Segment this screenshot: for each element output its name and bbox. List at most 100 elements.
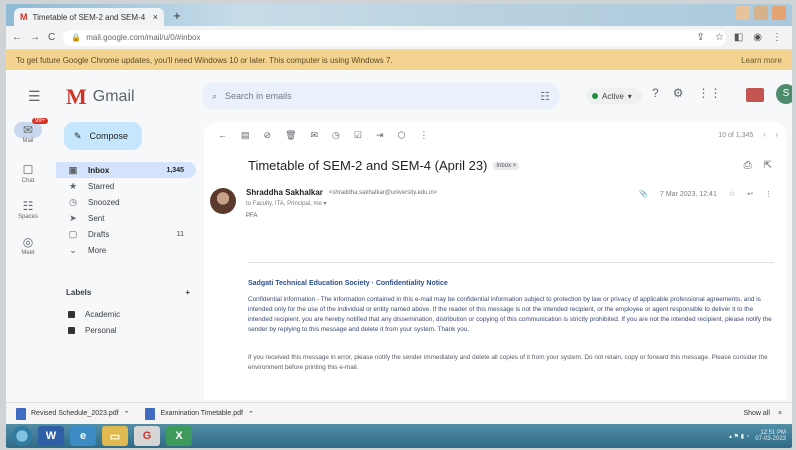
- rail-spaces[interactable]: ☷ Spaces: [14, 198, 42, 220]
- sender-block: Shraddha Sakhalkar <shraddha.sakhalkar@u…: [246, 188, 646, 219]
- account-org-logo[interactable]: [746, 88, 764, 102]
- inbox-label-chip[interactable]: Inbox ×: [493, 161, 520, 170]
- chrome-app-icon[interactable]: G: [134, 426, 160, 446]
- labels-list: Academic Personal: [64, 306, 194, 338]
- extensions-icon[interactable]: ◧: [734, 32, 743, 43]
- add-label-button[interactable]: +: [185, 288, 190, 297]
- status-selector[interactable]: Active ▾: [586, 88, 642, 104]
- star-icon[interactable]: ☆: [729, 190, 735, 198]
- compose-button[interactable]: ✎ Compose: [64, 122, 142, 150]
- new-tab-button[interactable]: +: [170, 9, 184, 23]
- more-actions-icon[interactable]: ⋮: [765, 190, 772, 198]
- show-all-button[interactable]: Show all: [743, 410, 769, 417]
- rail-chat[interactable]: ☐ Chat: [14, 162, 42, 184]
- word-app-icon[interactable]: W: [38, 426, 64, 446]
- reload-icon[interactable]: C: [48, 32, 55, 43]
- label-name: Academic: [85, 309, 121, 319]
- search-icon[interactable]: ⌕: [212, 91, 217, 102]
- meet-icon: ◎: [22, 235, 34, 249]
- snooze-icon[interactable]: ◷: [332, 130, 340, 141]
- add-task-icon[interactable]: ☑: [354, 130, 362, 141]
- nav-snoozed[interactable]: ◷ Snoozed: [56, 194, 196, 210]
- sender-avatar[interactable]: [210, 188, 236, 214]
- print-icon[interactable]: ⎙: [744, 160, 752, 171]
- infobar-text: To get future Google Chrome updates, you…: [16, 55, 393, 65]
- screen: M Timetable of SEM-2 and SEM-4 × + ← → C…: [6, 4, 792, 448]
- nav-drafts[interactable]: ▢ Drafts 11: [56, 226, 196, 242]
- bookmark-icon[interactable]: ☆: [715, 32, 724, 43]
- back-icon[interactable]: ←: [12, 32, 22, 43]
- chevron-up-icon[interactable]: ⌃: [248, 410, 254, 418]
- header-icons: ? ⚙ ⋮⋮: [652, 86, 721, 100]
- open-new-window-icon[interactable]: ⇱: [764, 160, 772, 171]
- nav-starred[interactable]: ★ Starred: [56, 178, 196, 194]
- nav-sent[interactable]: ➤ Sent: [56, 210, 196, 226]
- label-item[interactable]: Academic: [64, 306, 194, 322]
- browser-toolbar: ← → C 🔒 mail.google.com/mail/u/0/#inbox …: [6, 26, 792, 50]
- learn-more-link[interactable]: Learn more: [741, 56, 782, 65]
- file-explorer-icon[interactable]: ▭: [102, 426, 128, 446]
- rail-meet[interactable]: ◎ Meet: [14, 234, 42, 256]
- clock[interactable]: 12:51 PM 07-03-2023: [755, 430, 786, 442]
- report-spam-icon[interactable]: ⊘: [264, 130, 272, 141]
- label-name: Personal: [85, 325, 117, 335]
- browser-tab[interactable]: M Timetable of SEM-2 and SEM-4 ×: [14, 8, 164, 26]
- close-window-button[interactable]: [772, 6, 786, 20]
- tray-icons[interactable]: ▴ ⚑ ▮ ◔: [729, 433, 749, 440]
- download-bar-actions: Show all ×: [743, 410, 782, 417]
- label-icon[interactable]: ⬡: [398, 130, 406, 141]
- account-avatar[interactable]: S: [776, 84, 792, 104]
- nav-inbox[interactable]: ▣ Inbox 1,345: [56, 162, 196, 178]
- maximize-button[interactable]: [754, 6, 768, 20]
- mail-icon: ✉: [14, 122, 42, 138]
- nav-more[interactable]: ⌄ More: [56, 242, 196, 258]
- share-icon[interactable]: ⇪: [696, 32, 704, 43]
- address-bar[interactable]: 🔒 mail.google.com/mail/u/0/#inbox: [63, 29, 726, 46]
- internet-explorer-icon[interactable]: e: [70, 426, 96, 446]
- label-item[interactable]: Personal: [64, 322, 194, 338]
- mark-unread-icon[interactable]: ✉: [311, 130, 319, 141]
- menu-icon[interactable]: ⋮: [772, 32, 782, 43]
- sender-name[interactable]: Shraddha Sakhalkar: [246, 188, 323, 197]
- message-date: 7 Mar 2023, 12:41: [660, 190, 717, 198]
- rail-mail[interactable]: ✉ 99+ Mail: [14, 118, 49, 144]
- disclaimer-heading[interactable]: Sadgati Technical Education Society · Co…: [248, 280, 778, 287]
- status-label: Active: [602, 91, 624, 101]
- archive-icon[interactable]: ▤: [241, 130, 250, 141]
- move-to-icon[interactable]: ⇥: [376, 130, 384, 141]
- gmail-logo[interactable]: M Gmail: [66, 84, 135, 110]
- rail-meet-label: Meet: [21, 250, 35, 256]
- download-item[interactable]: Revised Schedule_2023.pdf ⌃: [16, 407, 130, 420]
- file-icon: [16, 407, 26, 420]
- settings-gear-icon[interactable]: ⚙: [673, 86, 684, 100]
- close-downloads-icon[interactable]: ×: [778, 410, 782, 417]
- nav-count: 11: [176, 230, 184, 238]
- excel-app-icon[interactable]: X: [166, 426, 192, 446]
- rail-spaces-label: Spaces: [17, 214, 38, 220]
- draft-icon: ▢: [68, 228, 78, 239]
- back-to-inbox-icon[interactable]: ←: [218, 130, 227, 140]
- address-text: mail.google.com/mail/u/0/#inbox: [86, 33, 201, 42]
- download-item[interactable]: Examination Timetable.pdf ⌃: [145, 407, 254, 420]
- reply-icon[interactable]: ↩: [747, 190, 753, 198]
- minimize-button[interactable]: [736, 6, 750, 20]
- recipients-line[interactable]: to Faculty, ITA, Principal, me ▾: [246, 200, 646, 207]
- help-icon[interactable]: ?: [652, 86, 659, 100]
- start-button[interactable]: [12, 426, 32, 446]
- clock-date: 07-03-2023: [755, 436, 786, 442]
- pager-text: 10 of 1,345: [718, 131, 754, 139]
- profile-icon[interactable]: ◉: [753, 32, 762, 43]
- newer-icon[interactable]: ‹: [763, 132, 765, 139]
- chevron-up-icon[interactable]: ⌃: [124, 410, 130, 418]
- tab-close-icon[interactable]: ×: [153, 12, 158, 22]
- more-icon[interactable]: ⋮: [419, 130, 428, 141]
- search-input[interactable]: Search in emails: [225, 91, 292, 101]
- delete-icon[interactable]: 🗑: [285, 130, 296, 141]
- main-menu-icon[interactable]: ☰: [28, 88, 41, 105]
- search-options-icon[interactable]: ☷: [540, 90, 550, 103]
- search-bar[interactable]: ⌕ Search in emails ☷: [202, 82, 560, 110]
- forward-icon[interactable]: →: [30, 32, 40, 43]
- labels-title: Labels: [66, 288, 92, 297]
- older-icon[interactable]: ›: [776, 132, 778, 139]
- apps-grid-icon[interactable]: ⋮⋮: [697, 86, 721, 100]
